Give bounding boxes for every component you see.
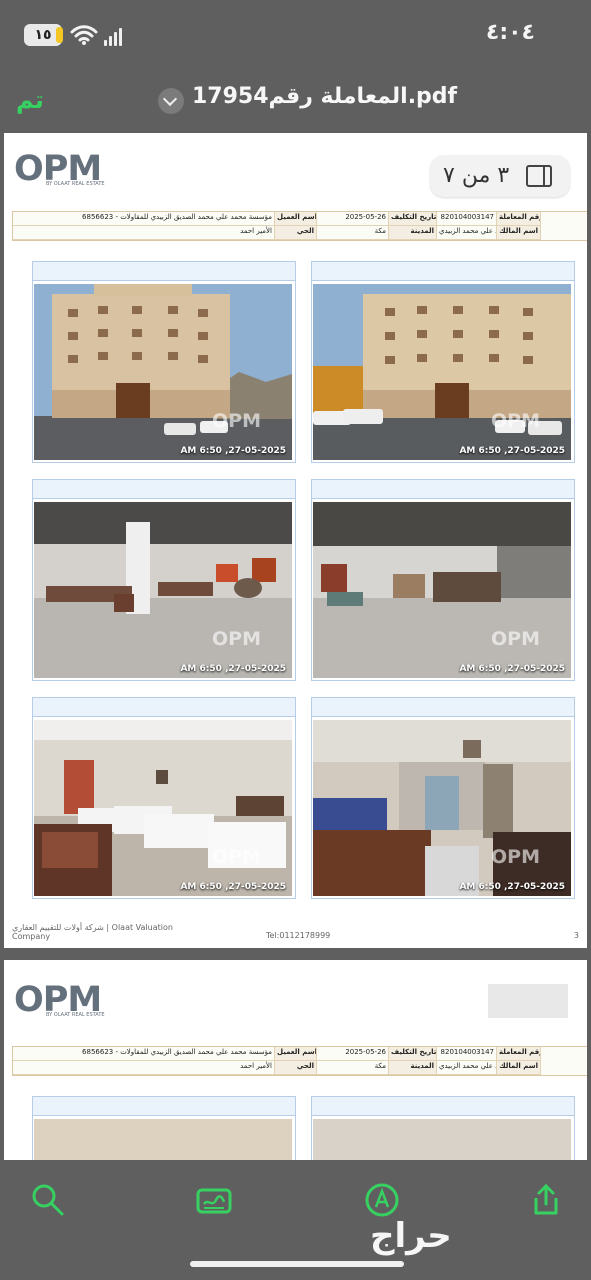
phone-footer: Tel:0112178999	[266, 931, 331, 940]
battery-indicator: ١٥	[24, 24, 63, 46]
partial-room-photo	[313, 1119, 571, 1165]
partial-photo-card-2	[311, 1096, 575, 1165]
signature-icon[interactable]	[194, 1180, 234, 1220]
transaction-info-table: مؤسسة محمد علي محمد الصديق الزبيدي للمقا…	[12, 211, 587, 241]
owner-name-value: محمد علي محمد الزبيدي	[437, 1061, 497, 1075]
search-icon[interactable]	[28, 1180, 68, 1220]
client-name-value: مؤسسة محمد علي محمد الصديق الزبيدي للمقا…	[13, 212, 275, 226]
photo-card-6: OPM AM 6:50 ,27-05-2025	[311, 697, 575, 899]
haraj-watermark: حراج	[370, 1216, 452, 1256]
district-label: الحي	[275, 1061, 317, 1075]
status-time: ٤:٠٤	[485, 20, 535, 45]
battery-label: ١٥	[34, 27, 52, 43]
image-watermark: OPM	[212, 410, 261, 432]
owner-name-label: اسم المالك	[497, 1061, 541, 1075]
city-value: مكة	[317, 1061, 389, 1075]
transaction-number-value: 820104003147	[437, 1047, 497, 1061]
image-watermark: OPM	[491, 410, 540, 432]
city-label: المدينة	[389, 1061, 437, 1075]
logo-subtitle: BY OLAAT REAL ESTATE	[46, 181, 105, 187]
bedroom-photo: OPM AM 6:50 ,27-05-2025	[34, 720, 292, 896]
city-label: المدينة	[389, 226, 437, 240]
photo-timestamp: AM 6:50 ,27-05-2025	[180, 446, 286, 456]
building-exterior-photo: OPM AM 6:50 ,27-05-2025	[34, 284, 292, 460]
photo-card-1: OPM AM 6:50 ,27-05-2025	[32, 261, 296, 463]
assignment-date-label: تاريخ التكليف	[389, 212, 437, 226]
status-bar: ١٥ ٤:٠٤	[0, 0, 591, 70]
photo-header	[33, 698, 295, 717]
sidebar-icon	[526, 165, 552, 187]
share-icon[interactable]	[526, 1180, 566, 1220]
photo-header	[33, 480, 295, 499]
image-watermark: OPM	[212, 628, 261, 650]
building-exterior-photo: OPM AM 6:50 ,27-05-2025	[313, 284, 571, 460]
image-watermark: OPM	[491, 846, 540, 868]
battery-fill	[56, 27, 63, 43]
opm-logo: OPM BY OLAAT REAL ESTATE	[14, 145, 114, 191]
page-thumbnail-placeholder	[488, 984, 568, 1018]
opm-logo: OPM BY OLAAT REAL ESTATE	[14, 976, 114, 1022]
photo-header	[312, 480, 574, 499]
page-counter-text: ٣ من ٧	[443, 163, 510, 188]
logo-subtitle: BY OLAAT REAL ESTATE	[46, 1012, 105, 1018]
photo-card-2: OPM AM 6:50 ,27-05-2025	[311, 261, 575, 463]
interior-photo: OPM AM 6:50 ,27-05-2025	[34, 502, 292, 678]
city-value: مكة	[317, 226, 389, 240]
pdf-page-current[interactable]: OPM BY OLAAT REAL ESTATE ٣ من ٧ مؤسسة مح…	[4, 133, 587, 948]
assignment-date-value: 2025-05-26	[317, 212, 389, 226]
photo-timestamp: AM 6:50 ,27-05-2025	[180, 882, 286, 892]
transaction-number-label: رقم المعاملة	[497, 212, 541, 226]
title-menu-button[interactable]	[158, 88, 184, 114]
district-label: الحي	[275, 226, 317, 240]
owner-name-label: اسم المالك	[497, 226, 541, 240]
client-name-label: اسم العميل	[275, 212, 317, 226]
reception-photo: OPM AM 6:50 ,27-05-2025	[313, 720, 571, 896]
photo-card-3: OPM AM 6:50 ,27-05-2025	[32, 479, 296, 681]
home-indicator[interactable]	[190, 1261, 404, 1267]
assignment-date-value: 2025-05-26	[317, 1047, 389, 1061]
photo-header	[312, 262, 574, 281]
company-footer: شركة أولات للتقييم العقاري | Olaat Valua…	[12, 923, 173, 941]
photo-header	[312, 698, 574, 717]
photo-header	[312, 1097, 574, 1116]
wifi-icon	[70, 25, 98, 45]
pdf-page-next[interactable]: OPM BY OLAAT REAL ESTATE مؤسسة محمد علي …	[4, 960, 587, 1165]
photo-timestamp: AM 6:50 ,27-05-2025	[180, 664, 286, 674]
photo-header	[33, 262, 295, 281]
district-value: الأمير احمد	[13, 1061, 275, 1075]
page-counter-button[interactable]: ٣ من ٧	[430, 155, 570, 197]
photo-timestamp: AM 6:50 ,27-05-2025	[459, 882, 565, 892]
partial-room-photo	[34, 1119, 292, 1165]
photo-card-4: OPM AM 6:50 ,27-05-2025	[311, 479, 575, 681]
client-name-label: اسم العميل	[275, 1047, 317, 1061]
assignment-date-label: تاريخ التكليف	[389, 1047, 437, 1061]
photo-header	[33, 1097, 295, 1116]
transaction-number-label: رقم المعاملة	[497, 1047, 541, 1061]
partial-photo-card-1	[32, 1096, 296, 1165]
image-watermark: OPM	[491, 628, 540, 650]
cellular-signal-icon	[104, 28, 126, 46]
client-name-value: مؤسسة محمد علي محمد الصديق الزبيدي للمقا…	[13, 1047, 275, 1061]
photo-card-5: OPM AM 6:50 ,27-05-2025	[32, 697, 296, 899]
chevron-down-icon	[162, 91, 178, 107]
done-button[interactable]: تم	[16, 86, 44, 114]
transaction-info-table: مؤسسة محمد علي محمد الصديق الزبيدي للمقا…	[12, 1046, 587, 1076]
interior-photo: OPM AM 6:50 ,27-05-2025	[313, 502, 571, 678]
photo-timestamp: AM 6:50 ,27-05-2025	[459, 446, 565, 456]
markup-pen-icon[interactable]	[362, 1180, 402, 1220]
owner-name-value: محمد علي محمد الزبيدي	[437, 226, 497, 240]
district-value: الأمير احمد	[13, 226, 275, 240]
document-title[interactable]: المعاملة رقم17954.pdf	[192, 84, 457, 109]
transaction-number-value: 820104003147	[437, 212, 497, 226]
photo-timestamp: AM 6:50 ,27-05-2025	[459, 664, 565, 674]
image-watermark: OPM	[212, 846, 261, 868]
page-number-footer: 3	[573, 931, 579, 940]
